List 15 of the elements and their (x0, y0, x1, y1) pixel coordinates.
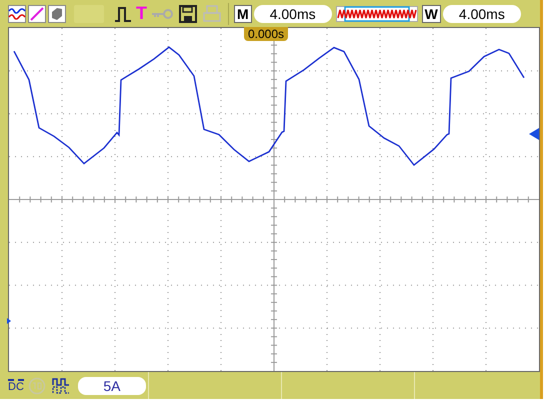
zoom-waveform-icon[interactable] (336, 6, 418, 22)
main-timebase-label[interactable]: M (234, 4, 252, 22)
save-icon[interactable] (179, 4, 197, 22)
trigger-level-marker-icon[interactable] (529, 128, 539, 140)
line-icon[interactable] (28, 4, 46, 22)
ground-marker-icon[interactable] (7, 318, 11, 324)
coupling-label[interactable]: DC (8, 378, 24, 392)
pulse-icon[interactable] (114, 4, 132, 22)
window-timebase-field[interactable]: 4.00ms (442, 4, 521, 22)
waveform-icon[interactable] (8, 4, 26, 22)
probe-wave-icon[interactable] (52, 376, 70, 394)
main-timebase-field[interactable]: 4.00ms (254, 4, 332, 22)
window-timebase-label[interactable]: W (422, 4, 441, 22)
channel-scale-field[interactable]: 5A (78, 376, 146, 394)
trigger-time-label[interactable]: 0.000s (244, 27, 288, 41)
